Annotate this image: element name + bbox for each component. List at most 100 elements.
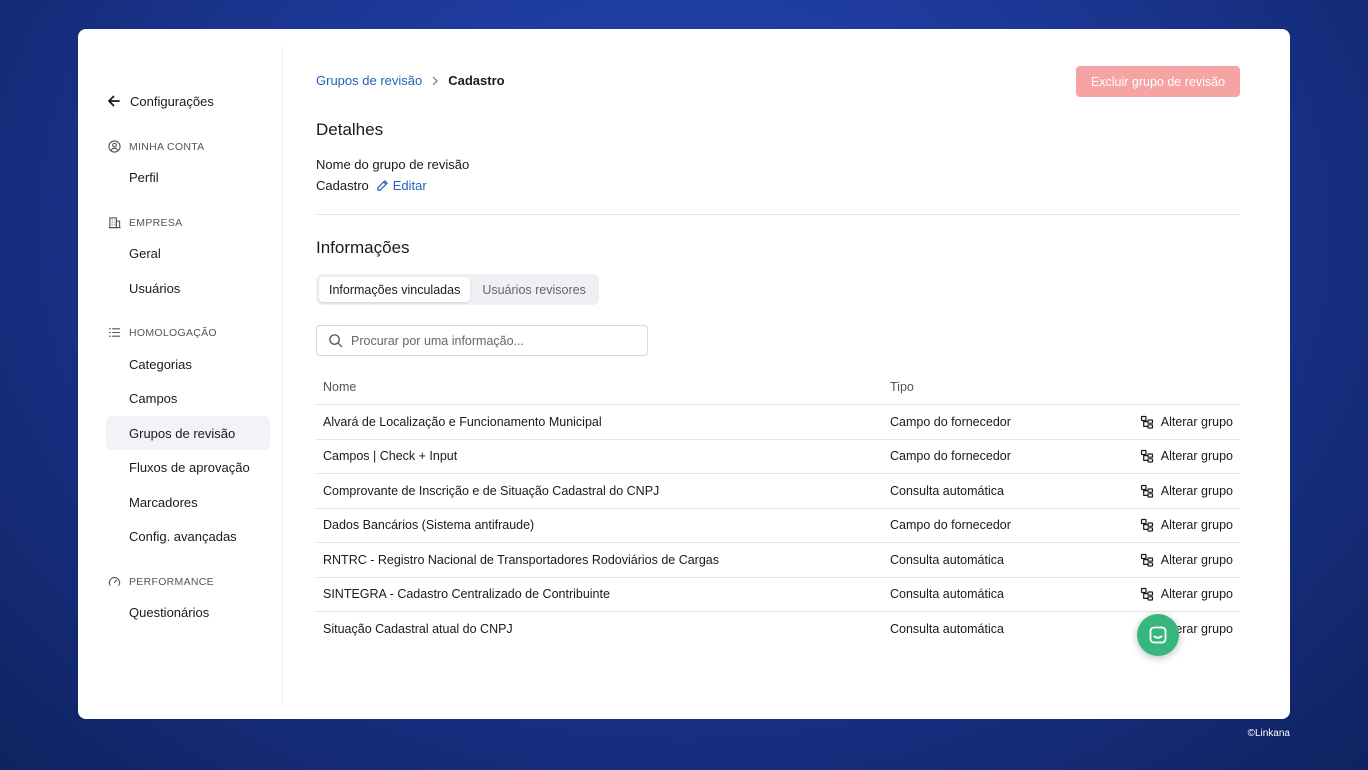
- chevron-right-icon: [430, 76, 440, 86]
- info-table: Nome Tipo Alvará de Localização e Funcio…: [316, 370, 1240, 647]
- group-tree-icon: [1140, 449, 1154, 463]
- info-heading: Informações: [316, 238, 410, 257]
- row-name: Situação Cadastral atual do CNPJ: [323, 622, 513, 637]
- column-header-type: Tipo: [890, 380, 914, 394]
- row-name: Dados Bancários (Sistema antifraude): [323, 518, 535, 533]
- row-type: Consulta automática: [890, 483, 1004, 498]
- change-group-button[interactable]: Alterar grupo: [1140, 518, 1233, 532]
- back-button[interactable]: Configurações: [106, 93, 214, 109]
- chat-button[interactable]: [1137, 614, 1179, 656]
- section-minha-conta: MINHA CONTA: [108, 140, 204, 153]
- group-tree-icon: [1140, 518, 1154, 532]
- sidebar-item-grupos-de-revisao[interactable]: Grupos de revisão: [106, 416, 270, 450]
- change-group-label: Alterar grupo: [1160, 483, 1233, 498]
- change-group-button[interactable]: Alterar grupo: [1140, 484, 1233, 498]
- section-label: EMPRESA: [129, 216, 183, 229]
- change-group-label: Alterar grupo: [1160, 449, 1233, 464]
- table-row: RNTRC - Registro Nacional de Transportad…: [316, 543, 1240, 578]
- row-name: Alvará de Localização e Funcionamento Mu…: [323, 414, 602, 429]
- change-group-label: Alterar grupo: [1160, 552, 1233, 567]
- sidebar-item-fluxos-de-aprovacao[interactable]: Fluxos de aprovação: [106, 450, 270, 484]
- row-name: SINTEGRA - Cadastro Centralizado de Cont…: [323, 587, 610, 602]
- search-input[interactable]: [351, 333, 631, 348]
- row-name: Comprovante de Inscrição e de Situação C…: [323, 483, 660, 498]
- search-box[interactable]: [316, 325, 648, 356]
- delete-review-group-button[interactable]: Excluir grupo de revisão: [1076, 66, 1240, 97]
- details-heading: Detalhes: [316, 120, 384, 139]
- group-name-row: Cadastro Editar: [316, 178, 427, 193]
- row-type: Campo do fornecedor: [890, 518, 1011, 533]
- table-header: Nome Tipo: [316, 370, 1240, 405]
- gauge-icon: [108, 577, 121, 586]
- group-tree-icon: [1140, 415, 1154, 429]
- breadcrumb: Grupos de revisão Cadastro: [316, 73, 505, 88]
- group-name-label: Nome do grupo de revisão: [316, 157, 470, 172]
- row-action-cell: Alterar grupo: [1120, 518, 1240, 532]
- section-empresa: EMPRESA: [108, 216, 182, 229]
- pencil-icon: [377, 180, 388, 191]
- row-name: RNTRC - Registro Nacional de Transportad…: [323, 552, 720, 567]
- row-action-cell: Alterar grupo: [1120, 553, 1240, 567]
- change-group-label: Alterar grupo: [1160, 414, 1233, 429]
- sidebar-item-questionarios[interactable]: Questionários: [106, 595, 270, 629]
- change-group-button[interactable]: Alterar grupo: [1140, 415, 1233, 429]
- change-group-button[interactable]: Alterar grupo: [1140, 449, 1233, 463]
- group-name-value: Cadastro: [316, 178, 369, 193]
- row-action-cell: Alterar grupo: [1120, 587, 1240, 601]
- breadcrumb-parent-link[interactable]: Grupos de revisão: [316, 73, 422, 88]
- sidebar-item-config-avancadas[interactable]: Config. avançadas: [106, 519, 270, 553]
- row-type: Campo do fornecedor: [890, 414, 1011, 429]
- user-circle-icon: [108, 140, 121, 153]
- column-header-name: Nome: [323, 380, 357, 394]
- table-body: Alvará de Localização e Funcionamento Mu…: [316, 405, 1240, 647]
- chat-icon: [1149, 626, 1167, 644]
- building-icon: [108, 217, 121, 229]
- settings-window: Configurações MINHA CONTA Perfil EMPRESA…: [78, 29, 1290, 719]
- sidebar-item-perfil[interactable]: Perfil: [106, 160, 270, 194]
- edit-label: Editar: [392, 178, 427, 193]
- row-name: Campos | Check + Input: [323, 449, 458, 464]
- table-row: Comprovante de Inscrição e de Situação C…: [316, 474, 1240, 509]
- sidebar-item-marcadores[interactable]: Marcadores: [106, 485, 270, 519]
- change-group-button[interactable]: Alterar grupo: [1140, 587, 1233, 601]
- row-action-cell: Alterar grupo: [1120, 484, 1240, 498]
- table-row: Alvará de Localização e Funcionamento Mu…: [316, 405, 1240, 440]
- main-content: Grupos de revisão Cadastro Excluir grupo…: [316, 29, 1240, 719]
- row-type: Campo do fornecedor: [890, 449, 1011, 464]
- sidebar: Configurações MINHA CONTA Perfil EMPRESA…: [78, 47, 283, 703]
- change-group-label: Alterar grupo: [1160, 587, 1233, 602]
- change-group-button[interactable]: Alterar grupo: [1140, 553, 1233, 567]
- sidebar-item-usuarios[interactable]: Usuários: [106, 271, 270, 305]
- arrow-left-icon: [108, 95, 120, 107]
- table-row: Campos | Check + Input Campo do fornecedo…: [316, 440, 1240, 474]
- breadcrumb-current: Cadastro: [448, 73, 505, 88]
- info-tabs: Informações vinculadas Usuários revisore…: [316, 274, 599, 305]
- sidebar-item-campos[interactable]: Campos: [106, 381, 270, 415]
- section-performance: PERFORMANCE: [108, 575, 214, 588]
- list-icon: [108, 328, 121, 337]
- row-type: Consulta automática: [890, 622, 1004, 637]
- search-icon: [329, 334, 343, 348]
- tab-usuarios-revisores[interactable]: Usuários revisores: [472, 277, 596, 302]
- back-label: Configurações: [130, 93, 214, 109]
- group-tree-icon: [1140, 553, 1154, 567]
- sidebar-item-geral[interactable]: Geral: [106, 236, 270, 270]
- edit-group-name-button[interactable]: Editar: [376, 178, 427, 193]
- group-tree-icon: [1140, 587, 1154, 601]
- section-divider: [316, 214, 1240, 215]
- row-type: Consulta automática: [890, 587, 1004, 602]
- section-homologacao: HOMOLOGAÇÃO: [108, 326, 217, 339]
- row-type: Consulta automática: [890, 552, 1004, 567]
- section-label: PERFORMANCE: [129, 575, 214, 588]
- change-group-label: Alterar grupo: [1160, 518, 1233, 533]
- tab-informacoes-vinculadas[interactable]: Informações vinculadas: [319, 277, 471, 302]
- section-label: HOMOLOGAÇÃO: [129, 326, 217, 339]
- table-row: Situação Cadastral atual do CNPJ Consulta…: [316, 612, 1240, 647]
- sidebar-item-categorias[interactable]: Categorias: [106, 347, 270, 381]
- row-action-cell: Alterar grupo: [1120, 415, 1240, 429]
- group-tree-icon: [1140, 484, 1154, 498]
- table-row: SINTEGRA - Cadastro Centralizado de Cont…: [316, 578, 1240, 612]
- row-action-cell: Alterar grupo: [1120, 449, 1240, 463]
- section-label: MINHA CONTA: [129, 140, 205, 153]
- table-row: Dados Bancários (Sistema antifraude) Camp…: [316, 509, 1240, 543]
